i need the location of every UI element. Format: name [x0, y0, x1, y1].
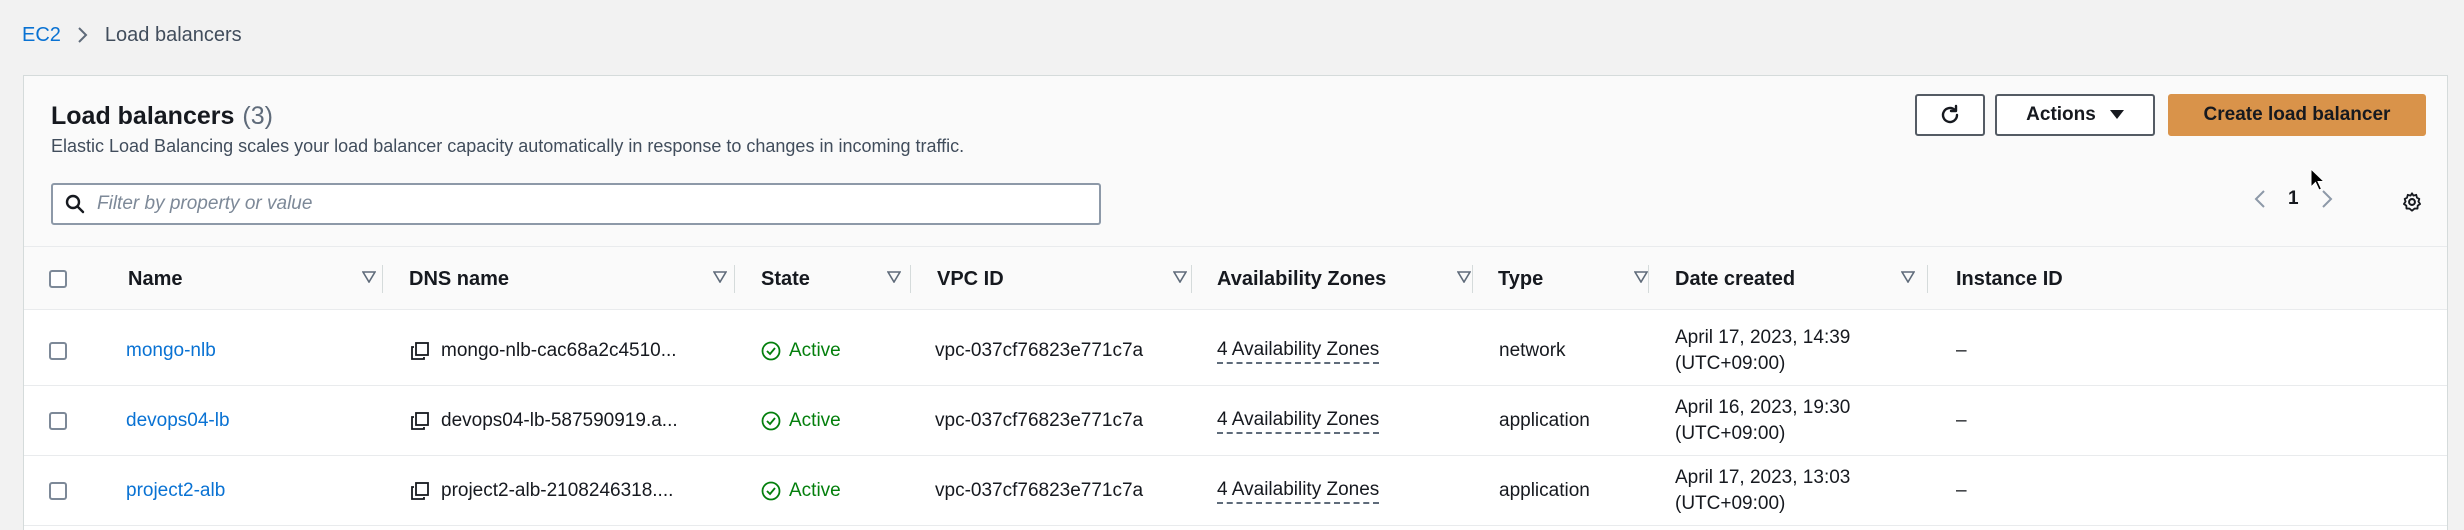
column-label: Date created: [1675, 267, 1796, 290]
create-load-balancer-button[interactable]: Create load balancer: [2168, 94, 2426, 136]
check-circle-icon: [761, 411, 781, 431]
dns-name: mongo-nlb-cac68a2c4510...: [441, 340, 677, 361]
availability-zones-popover[interactable]: 4 Availability Zones: [1217, 478, 1380, 504]
dns-name: project2-alb-2108246318....: [441, 480, 674, 501]
load-balancers-panel: Load balancers (3) Elastic Load Balancin…: [23, 75, 2448, 530]
date-created-datetime: April 17, 2023, 14:39: [1675, 327, 1851, 348]
vpc-id: vpc-037cf76823e771c7a: [935, 410, 1144, 431]
copy-icon[interactable]: [411, 412, 429, 430]
column-label: Type: [1498, 267, 1544, 290]
page-description: Elastic Load Balancing scales your load …: [51, 136, 965, 156]
mouse-cursor-icon: [2310, 168, 2326, 191]
column-divider: [1472, 265, 1473, 293]
actions-label: Actions: [2026, 104, 2096, 125]
column-label: Availability Zones: [1217, 267, 1387, 290]
breadcrumb-current: Load balancers: [104, 23, 242, 46]
column-label: Instance ID: [1956, 267, 2063, 290]
table-row[interactable]: project2-alb project2-alb-2108246318....…: [24, 456, 2447, 526]
date-created-timezone: (UTC+09:00): [1675, 353, 1786, 374]
caret-down-icon: [2109, 110, 2124, 119]
breadcrumb-ec2-link[interactable]: EC2: [22, 24, 61, 47]
date-created-timezone: (UTC+09:00): [1675, 423, 1786, 444]
select-all-cell: [49, 247, 67, 311]
column-header-vpc[interactable]: VPC ID: [937, 247, 1187, 311]
table-row[interactable]: mongo-nlb mongo-nlb-cac68a2c4510... Acti…: [24, 316, 2447, 386]
column-header-state[interactable]: State: [761, 247, 901, 311]
date-created: April 16, 2023, 19:30 (UTC+09:00): [1675, 395, 1850, 447]
column-divider: [910, 265, 911, 293]
current-page[interactable]: 1: [2288, 188, 2299, 210]
state-status: Active: [789, 480, 841, 501]
search-icon: [65, 194, 85, 214]
refresh-button[interactable]: [1915, 94, 1985, 136]
breadcrumb: EC2 Load balancers: [22, 20, 242, 50]
load-balancer-name-link[interactable]: project2-alb: [126, 480, 225, 502]
column-header-name[interactable]: Name: [128, 247, 376, 311]
refresh-icon: [1941, 104, 1959, 124]
previous-page-icon[interactable]: [2254, 189, 2266, 209]
column-header-availability-zones[interactable]: Availability Zones: [1217, 247, 1471, 311]
column-header-dns[interactable]: DNS name: [409, 247, 727, 311]
next-page-icon[interactable]: [2321, 189, 2333, 209]
filter-search[interactable]: [51, 183, 1101, 225]
copy-icon[interactable]: [411, 482, 429, 500]
panel-header: Load balancers (3) Elastic Load Balancin…: [24, 76, 2447, 246]
sort-icon[interactable]: [1901, 271, 1915, 283]
lb-type: application: [1499, 410, 1590, 431]
column-divider: [1191, 265, 1192, 293]
instance-id: –: [1956, 410, 1967, 431]
instance-id: –: [1956, 340, 1967, 361]
column-divider: [734, 265, 735, 293]
sort-icon[interactable]: [713, 271, 727, 283]
instance-id: –: [1956, 480, 1967, 501]
copy-icon[interactable]: [411, 342, 429, 360]
sort-icon[interactable]: [1173, 271, 1187, 283]
column-label: VPC ID: [937, 267, 1004, 290]
column-label: State: [761, 267, 810, 290]
sort-icon[interactable]: [1634, 271, 1648, 283]
column-divider: [382, 265, 383, 293]
date-created: April 17, 2023, 13:03 (UTC+09:00): [1675, 465, 1850, 517]
column-header-type[interactable]: Type: [1498, 247, 1648, 311]
vpc-id: vpc-037cf76823e771c7a: [935, 480, 1144, 501]
date-created: April 17, 2023, 14:39 (UTC+09:00): [1675, 325, 1850, 377]
lb-type: application: [1499, 480, 1590, 501]
table-header: Name DNS name State VPC ID Availability …: [24, 246, 2447, 310]
column-label: DNS name: [409, 267, 510, 290]
title-row: Load balancers (3): [51, 102, 273, 131]
column-divider: [1648, 265, 1649, 293]
row-checkbox[interactable]: [49, 342, 67, 360]
page-title: Load balancers: [51, 102, 235, 130]
load-balancer-name-link[interactable]: devops04-lb: [126, 410, 230, 432]
state-status: Active: [789, 410, 841, 431]
column-header-date-created[interactable]: Date created: [1675, 247, 1915, 311]
availability-zones-popover[interactable]: 4 Availability Zones: [1217, 338, 1380, 364]
column-header-instance-id[interactable]: Instance ID: [1956, 247, 2063, 311]
sort-icon[interactable]: [1457, 271, 1471, 283]
column-label: Name: [128, 267, 183, 290]
availability-zones-popover[interactable]: 4 Availability Zones: [1217, 408, 1380, 434]
sort-icon[interactable]: [887, 271, 901, 283]
sort-icon[interactable]: [362, 271, 376, 283]
row-checkbox[interactable]: [49, 412, 67, 430]
date-created-datetime: April 17, 2023, 13:03: [1675, 467, 1851, 488]
state-status: Active: [789, 340, 841, 361]
load-balancer-name-link[interactable]: mongo-nlb: [126, 340, 216, 362]
check-circle-icon: [761, 481, 781, 501]
item-count: (3): [242, 102, 273, 130]
date-created-timezone: (UTC+09:00): [1675, 493, 1786, 514]
actions-dropdown-button[interactable]: Actions: [1995, 94, 2155, 136]
select-all-checkbox[interactable]: [49, 270, 67, 288]
dns-name: devops04-lb-587590919.a...: [441, 410, 678, 431]
check-circle-icon: [761, 341, 781, 361]
vpc-id: vpc-037cf76823e771c7a: [935, 340, 1144, 361]
row-checkbox[interactable]: [49, 482, 67, 500]
table-row[interactable]: devops04-lb devops04-lb-587590919.a... A…: [24, 386, 2447, 456]
lb-type: network: [1499, 340, 1566, 361]
date-created-datetime: April 16, 2023, 19:30: [1675, 397, 1851, 418]
gear-icon[interactable]: [2401, 191, 2423, 213]
column-divider: [1927, 265, 1928, 293]
search-input[interactable]: [97, 193, 1047, 215]
chevron-right-icon: [77, 26, 89, 44]
